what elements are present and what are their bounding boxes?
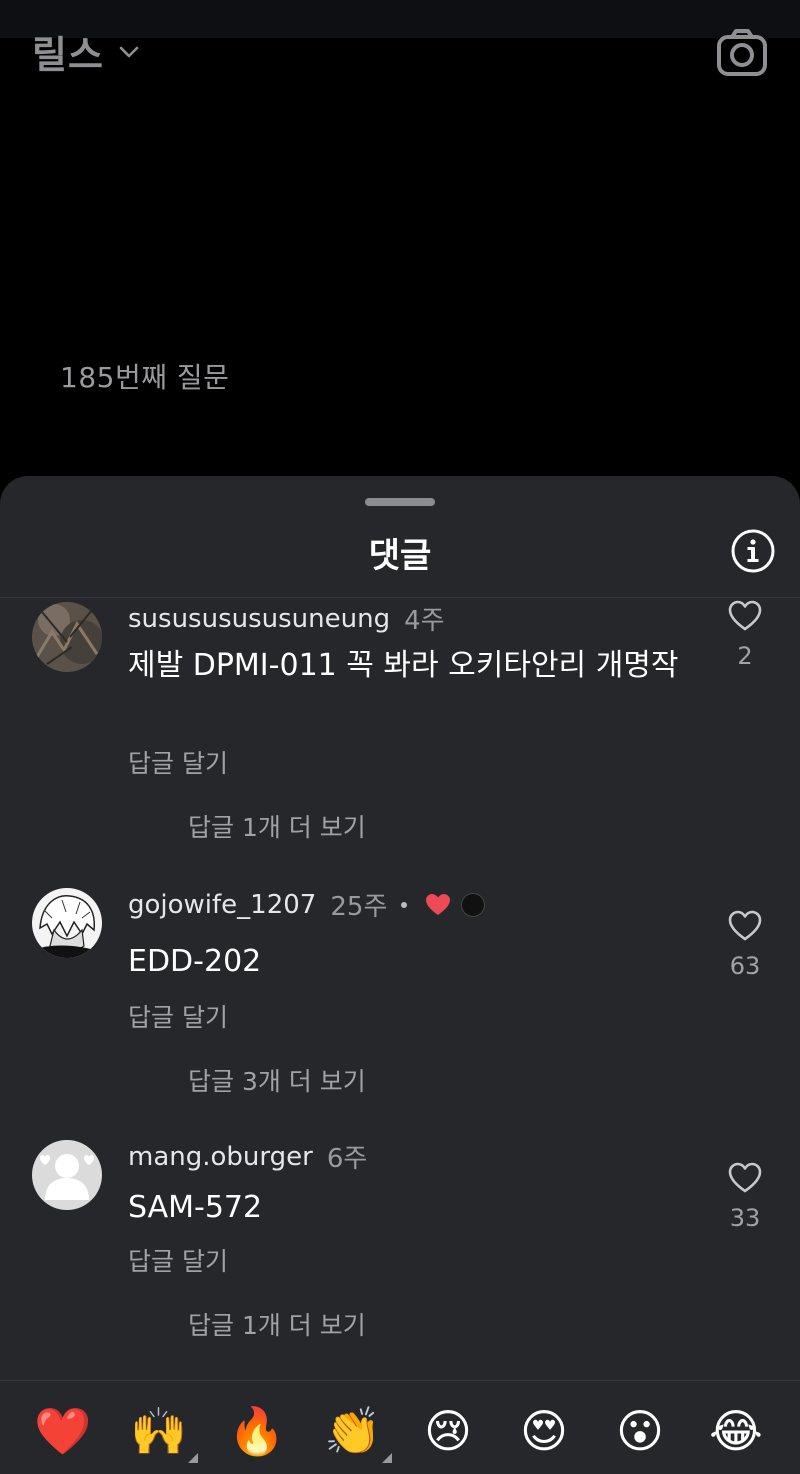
comments-sheet: 댓글 susususususuneung 4주 제발 DPMI-011 꼭 봐라… bbox=[0, 476, 800, 1474]
heart-outline-icon bbox=[728, 1162, 762, 1193]
sheet-divider bbox=[0, 597, 800, 598]
emoji-raising-hands[interactable]: 🙌 bbox=[130, 1403, 198, 1463]
reel-caption: 185번째 질문 bbox=[60, 361, 230, 394]
skin-tone-indicator bbox=[188, 1453, 198, 1463]
comment-username[interactable]: mang.oburger bbox=[128, 1142, 313, 1172]
like-button[interactable]: 33 bbox=[720, 1162, 770, 1232]
emoji-fire[interactable]: 🔥 bbox=[228, 1403, 285, 1459]
emoji-heart-eyes[interactable]: 😍 bbox=[516, 1403, 572, 1459]
comment-text: EDD-202 bbox=[128, 944, 262, 979]
emoji-clapping[interactable]: 👏 bbox=[324, 1403, 392, 1463]
like-button[interactable]: 2 bbox=[720, 600, 770, 670]
view-more-replies-button[interactable]: 답글 3개 더 보기 bbox=[188, 1062, 366, 1098]
view-more-replies-button[interactable]: 답글 1개 더 보기 bbox=[188, 1306, 366, 1342]
like-count: 63 bbox=[729, 952, 761, 980]
comment-time: 4주 bbox=[404, 606, 445, 636]
heart-outline-icon bbox=[728, 910, 762, 941]
sheet-drag-handle[interactable] bbox=[365, 498, 435, 506]
avatar[interactable] bbox=[32, 602, 102, 672]
avatar[interactable] bbox=[32, 1140, 102, 1210]
comment-time: 6주 bbox=[326, 1144, 368, 1174]
comment-text: SAM-572 bbox=[128, 1190, 263, 1225]
view-more-replies-button[interactable]: 답글 1개 더 보기 bbox=[188, 808, 366, 844]
comment-text: 제발 DPMI-011 꼭 봐라 오키타안리 개명작 bbox=[128, 648, 679, 683]
like-count: 2 bbox=[737, 642, 753, 670]
reply-button[interactable]: 답글 달기 bbox=[128, 998, 228, 1034]
emoji-reaction-bar: ❤️ 🙌 🔥 👏 😢 😍 😮 😂 bbox=[0, 1380, 800, 1474]
like-count: 33 bbox=[729, 1204, 761, 1232]
skin-tone-indicator bbox=[382, 1453, 392, 1463]
comment-time: 25주 bbox=[330, 892, 388, 922]
emoji-glyph: 🙌 bbox=[130, 1404, 188, 1458]
comment-username[interactable]: susususususuneung bbox=[128, 604, 390, 634]
sheet-title: 댓글 bbox=[368, 536, 432, 576]
reply-button[interactable]: 답글 달기 bbox=[128, 1242, 228, 1278]
camera-icon[interactable] bbox=[716, 28, 768, 78]
chevron-down-icon bbox=[119, 46, 139, 57]
reply-button[interactable]: 답글 달기 bbox=[128, 744, 228, 780]
separator-dot bbox=[401, 901, 408, 908]
comment-username[interactable]: gojowife_1207 bbox=[128, 890, 316, 920]
creator-avatar bbox=[461, 892, 486, 917]
emoji-laughing[interactable]: 😂 bbox=[708, 1403, 764, 1459]
emoji-surprised[interactable]: 😮 bbox=[612, 1403, 668, 1459]
page-title: 릴스 bbox=[32, 33, 104, 77]
emoji-heart[interactable]: ❤️ bbox=[34, 1403, 91, 1459]
avatar[interactable] bbox=[32, 888, 102, 958]
heart-outline-icon bbox=[728, 600, 762, 631]
like-button[interactable]: 63 bbox=[720, 910, 770, 980]
creator-liked-heart-icon bbox=[426, 893, 451, 915]
info-icon[interactable] bbox=[730, 528, 776, 574]
reels-header[interactable]: 릴스 bbox=[32, 24, 140, 79]
emoji-glyph: 👏 bbox=[324, 1404, 382, 1458]
emoji-crying[interactable]: 😢 bbox=[420, 1403, 476, 1459]
